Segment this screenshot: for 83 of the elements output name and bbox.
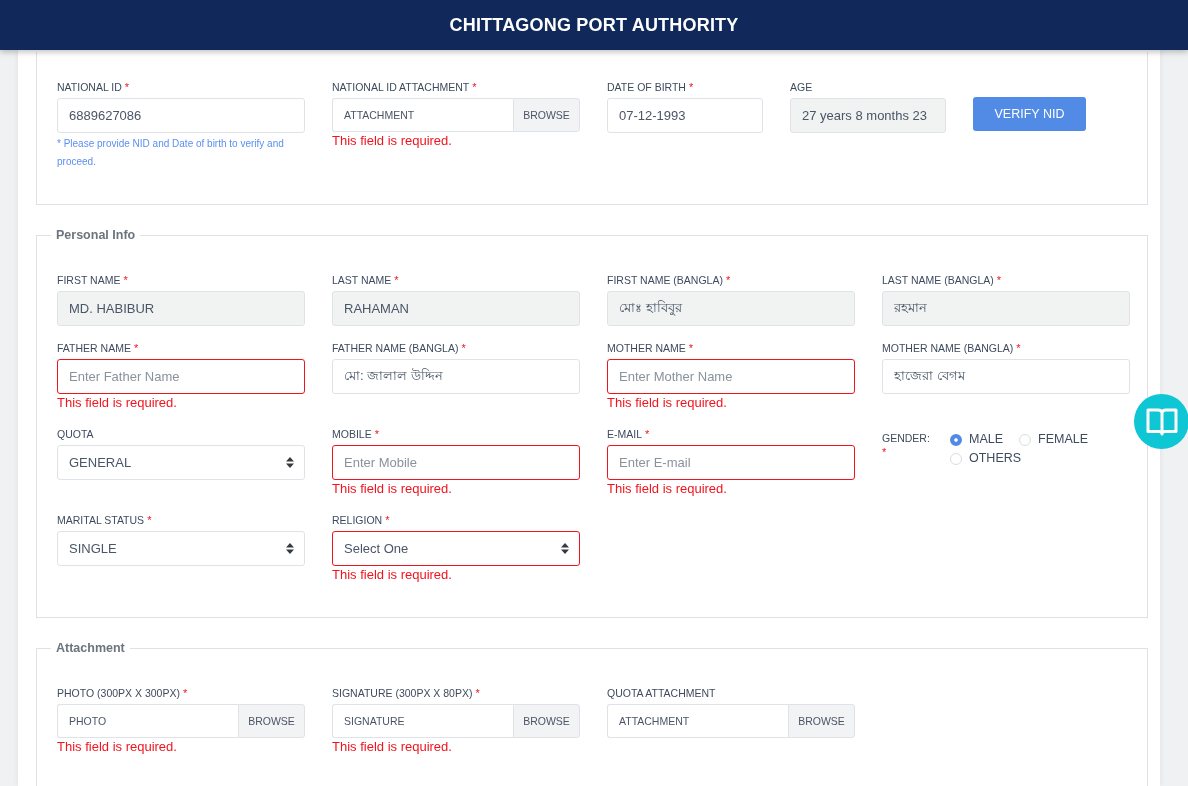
field-label: E-MAIL: [607, 427, 642, 441]
required-mark: *: [394, 273, 399, 287]
required-mark: *: [133, 341, 139, 355]
required-mark: *: [385, 513, 390, 527]
open-book-icon: [1145, 406, 1178, 437]
input-field[interactable]: 07-12-1993: [607, 98, 763, 133]
file-input-field[interactable]: SIGNATURE: [332, 704, 513, 738]
field-label: MOTHER NAME (BANGLA): [882, 341, 1014, 355]
field-label: AGE: [790, 80, 813, 94]
required-mark: *: [374, 427, 379, 441]
field-label: MOTHER NAME: [607, 341, 686, 355]
gender-option[interactable]: MALE: [950, 431, 1004, 448]
field-label: LAST NAME (BANGLA): [882, 273, 994, 287]
sort-caret-icon: [561, 543, 569, 554]
field-label: SIGNATURE (300PX X 80PX): [332, 686, 473, 700]
required-mark: *: [124, 80, 130, 94]
browse-button[interactable]: BROWSE: [238, 704, 305, 738]
browse-button[interactable]: BROWSE: [513, 704, 580, 738]
input-field[interactable]: মো: জালাল উদ্দিন: [332, 359, 580, 394]
required-mark: *: [147, 513, 152, 527]
required-mark: *: [688, 80, 694, 94]
error-message: This field is required.: [607, 394, 728, 412]
error-message: This field is required.: [332, 132, 453, 150]
required-mark: *: [882, 445, 888, 459]
field-label: QUOTA ATTACHMENT: [607, 686, 716, 700]
input-field[interactable]: 27 years 8 months 23: [790, 98, 946, 133]
field-label: LAST NAME: [332, 273, 392, 287]
field-label: FATHER NAME: [57, 341, 131, 355]
field-label: FATHER NAME (BANGLA): [332, 341, 459, 355]
field-label: NATIONAL ID: [57, 80, 122, 94]
field-label: MARITAL STATUS: [57, 513, 145, 527]
required-mark: *: [996, 273, 1002, 287]
field-label: FIRST NAME (BANGLA): [607, 273, 723, 287]
file-input-field[interactable]: PHOTO: [57, 704, 238, 738]
required-mark: *: [688, 341, 694, 355]
section-title: Attachment: [55, 640, 126, 656]
required-mark: *: [472, 80, 477, 94]
radio-button[interactable]: [950, 433, 962, 446]
input-field[interactable]: Enter E-mail: [607, 445, 855, 480]
file-input-field[interactable]: ATTACHMENT: [332, 98, 513, 132]
page-title: CHITTAGONG PORT AUTHORITY: [449, 14, 739, 36]
input-field[interactable]: 6889627086: [57, 98, 305, 133]
error-message: This field is required.: [607, 480, 728, 498]
dropdown[interactable]: Select One: [332, 531, 580, 566]
input-field[interactable]: RAHAMAN: [332, 291, 580, 326]
field-label: GENDER:: [882, 431, 931, 445]
sort-caret-icon: [286, 543, 294, 554]
help-text: * Please provide NID and Date of birth to verify and proceed.: [57, 137, 285, 169]
field-label: RELIGION: [332, 513, 383, 527]
field-label: FIRST NAME: [57, 273, 121, 287]
required-mark: *: [725, 273, 731, 287]
input-field[interactable]: Enter Mother Name: [607, 359, 855, 394]
dropdown[interactable]: GENERAL: [57, 445, 305, 480]
required-mark: *: [645, 427, 650, 441]
input-field[interactable]: রহমান: [882, 291, 1130, 326]
gender-option[interactable]: FEMALE: [1019, 431, 1089, 448]
required-mark: *: [1016, 341, 1021, 355]
input-field[interactable]: মোঃ হাবিবুর: [607, 291, 855, 326]
error-message: This field is required.: [332, 566, 453, 584]
error-message: This field is required.: [57, 738, 178, 756]
field-label: PHOTO (300PX X 300PX): [57, 686, 180, 700]
browse-button[interactable]: BROWSE: [513, 98, 580, 132]
required-mark: *: [475, 686, 480, 700]
input-field[interactable]: Enter Father Name: [57, 359, 305, 394]
file-input-field[interactable]: ATTACHMENT: [607, 704, 788, 738]
input-field[interactable]: MD. HABIBUR: [57, 291, 305, 326]
required-mark: *: [182, 686, 188, 700]
required-mark: *: [123, 273, 128, 287]
field-label: QUOTA: [57, 427, 94, 441]
field-label: DATE OF BIRTH: [607, 80, 686, 94]
error-message: This field is required.: [332, 738, 453, 756]
input-field[interactable]: Enter Mobile: [332, 445, 580, 480]
field-label: MOBILE: [332, 427, 372, 441]
error-message: This field is required.: [57, 394, 178, 412]
browse-button[interactable]: BROWSE: [788, 704, 855, 738]
input-field[interactable]: হাজেরা বেগম: [882, 359, 1130, 394]
error-message: This field is required.: [332, 480, 453, 498]
field-label: NATIONAL ID ATTACHMENT: [332, 80, 470, 94]
gender-option[interactable]: OTHERS: [950, 450, 1022, 467]
dropdown[interactable]: SINGLE: [57, 531, 305, 566]
required-mark: *: [461, 341, 466, 355]
section-title: Personal Info: [55, 227, 137, 243]
sort-caret-icon: [286, 457, 294, 468]
